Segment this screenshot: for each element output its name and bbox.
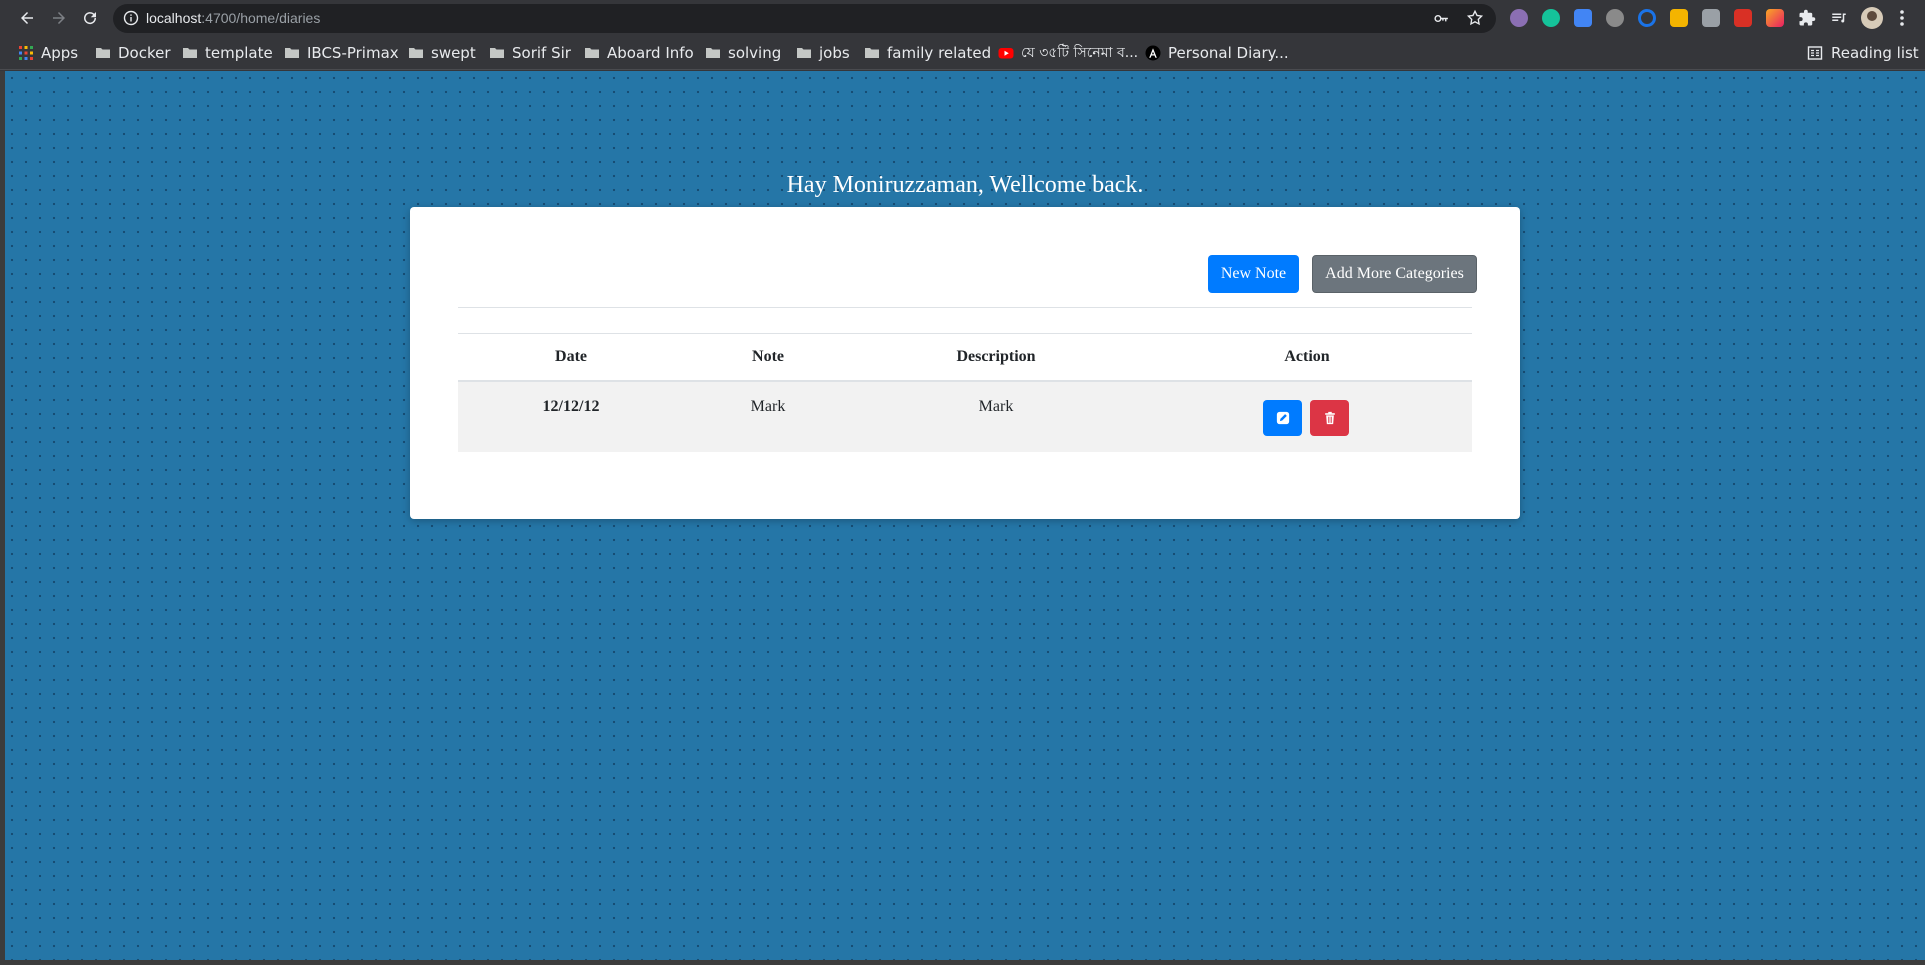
extension-icon-6[interactable]	[1670, 9, 1688, 27]
column-header-description: Description	[956, 348, 1036, 365]
bookmark-apps[interactable]: Apps	[18, 44, 78, 62]
extension-icon-5[interactable]	[1638, 9, 1656, 27]
folder-icon	[285, 48, 299, 58]
bookmark-folder-aboard-info[interactable]: Aboard Info	[584, 44, 694, 62]
welcome-heading: Hay Moniruzzaman, Wellcome back.	[786, 172, 1144, 198]
grammarly-icon[interactable]	[1542, 9, 1560, 27]
diary-card: New Note Add More Categories Date Note D…	[410, 207, 1520, 519]
bookmarks-bar: Apps Docker template IBCS-Primax swept S…	[0, 37, 1925, 70]
info-icon[interactable]	[123, 10, 139, 26]
browser-toolbar: localhost:4700/home/diaries	[0, 0, 1925, 37]
cell-note: Mark	[750, 398, 786, 415]
folder-icon	[96, 48, 110, 58]
folder-icon	[706, 48, 720, 58]
page-content: Hay Moniruzzaman, Wellcome back. New Not…	[5, 71, 1925, 960]
bookmark-folder-jobs[interactable]: jobs	[796, 44, 850, 62]
key-icon[interactable]	[1433, 10, 1450, 27]
youtube-icon	[998, 48, 1014, 59]
reading-list-button[interactable]: Reading list	[1807, 44, 1919, 62]
bookmark-folder-family-related[interactable]: family related	[864, 44, 991, 62]
url-text: localhost:4700/home/diaries	[146, 10, 321, 26]
translate-icon[interactable]	[1574, 9, 1592, 27]
bookmark-folder-ibcs-primax[interactable]: IBCS-Primax	[284, 44, 399, 62]
folder-icon	[409, 48, 423, 58]
new-note-button[interactable]: New Note	[1208, 255, 1299, 293]
window-edge-bottom	[0, 960, 1925, 965]
star-icon[interactable]	[1466, 9, 1484, 27]
diaries-table: Date Note Description Action 12/12/12 Ma…	[458, 333, 1472, 452]
bookmark-folder-sorif-sir[interactable]: Sorif Sir	[489, 44, 571, 62]
divider	[458, 307, 1472, 308]
extension-icon-9[interactable]	[1766, 9, 1784, 27]
folder-icon	[183, 48, 197, 58]
address-bar[interactable]: localhost:4700/home/diaries	[113, 4, 1496, 33]
extension-icon-8[interactable]	[1734, 9, 1752, 27]
folder-icon	[797, 48, 811, 58]
bookmark-personal-diary[interactable]: Personal Diary...	[1145, 44, 1289, 62]
more-vertical-icon[interactable]	[1898, 9, 1906, 27]
bookmark-folder-swept[interactable]: swept	[408, 44, 476, 62]
reading-list-icon	[1807, 46, 1823, 60]
trash-icon	[1324, 411, 1335, 425]
arrow-right-icon	[53, 12, 65, 24]
folder-icon	[865, 48, 879, 58]
table-header: Date Note Description Action	[458, 333, 1472, 382]
bookmark-folder-template[interactable]: template	[182, 44, 273, 62]
edit-button[interactable]	[1263, 400, 1302, 436]
reload-icon	[84, 12, 97, 25]
profile-avatar[interactable]	[1861, 7, 1883, 29]
table-row: 12/12/12 Mark Mark	[458, 382, 1472, 452]
column-header-date: Date	[555, 348, 587, 365]
bookmark-youtube-video[interactable]: যে ৩৫টি সিনেমা ব...	[998, 44, 1138, 62]
column-header-action: Action	[1284, 348, 1330, 365]
back-button[interactable]	[15, 6, 39, 30]
column-header-note: Note	[752, 348, 784, 365]
cell-date: 12/12/12	[542, 398, 600, 415]
puzzle-icon[interactable]	[1798, 9, 1816, 27]
delete-button[interactable]	[1310, 400, 1349, 436]
bookmark-folder-docker[interactable]: Docker	[95, 44, 171, 62]
edit-icon	[1276, 411, 1289, 425]
media-queue-icon[interactable]	[1830, 9, 1848, 27]
camera-icon[interactable]	[1702, 9, 1720, 27]
arrow-left-icon	[21, 12, 33, 24]
bookmark-folder-solving[interactable]: solving	[705, 44, 781, 62]
apps-grid-icon	[19, 46, 33, 60]
angular-icon	[1145, 45, 1161, 61]
extension-icon-1[interactable]	[1510, 9, 1528, 27]
folder-icon	[585, 48, 599, 58]
folder-icon	[490, 48, 504, 58]
extension-icon-4[interactable]	[1606, 9, 1624, 27]
add-categories-button[interactable]: Add More Categories	[1312, 255, 1477, 293]
cell-description: Mark	[978, 398, 1014, 415]
reload-button[interactable]	[78, 6, 102, 30]
forward-button[interactable]	[47, 6, 71, 30]
